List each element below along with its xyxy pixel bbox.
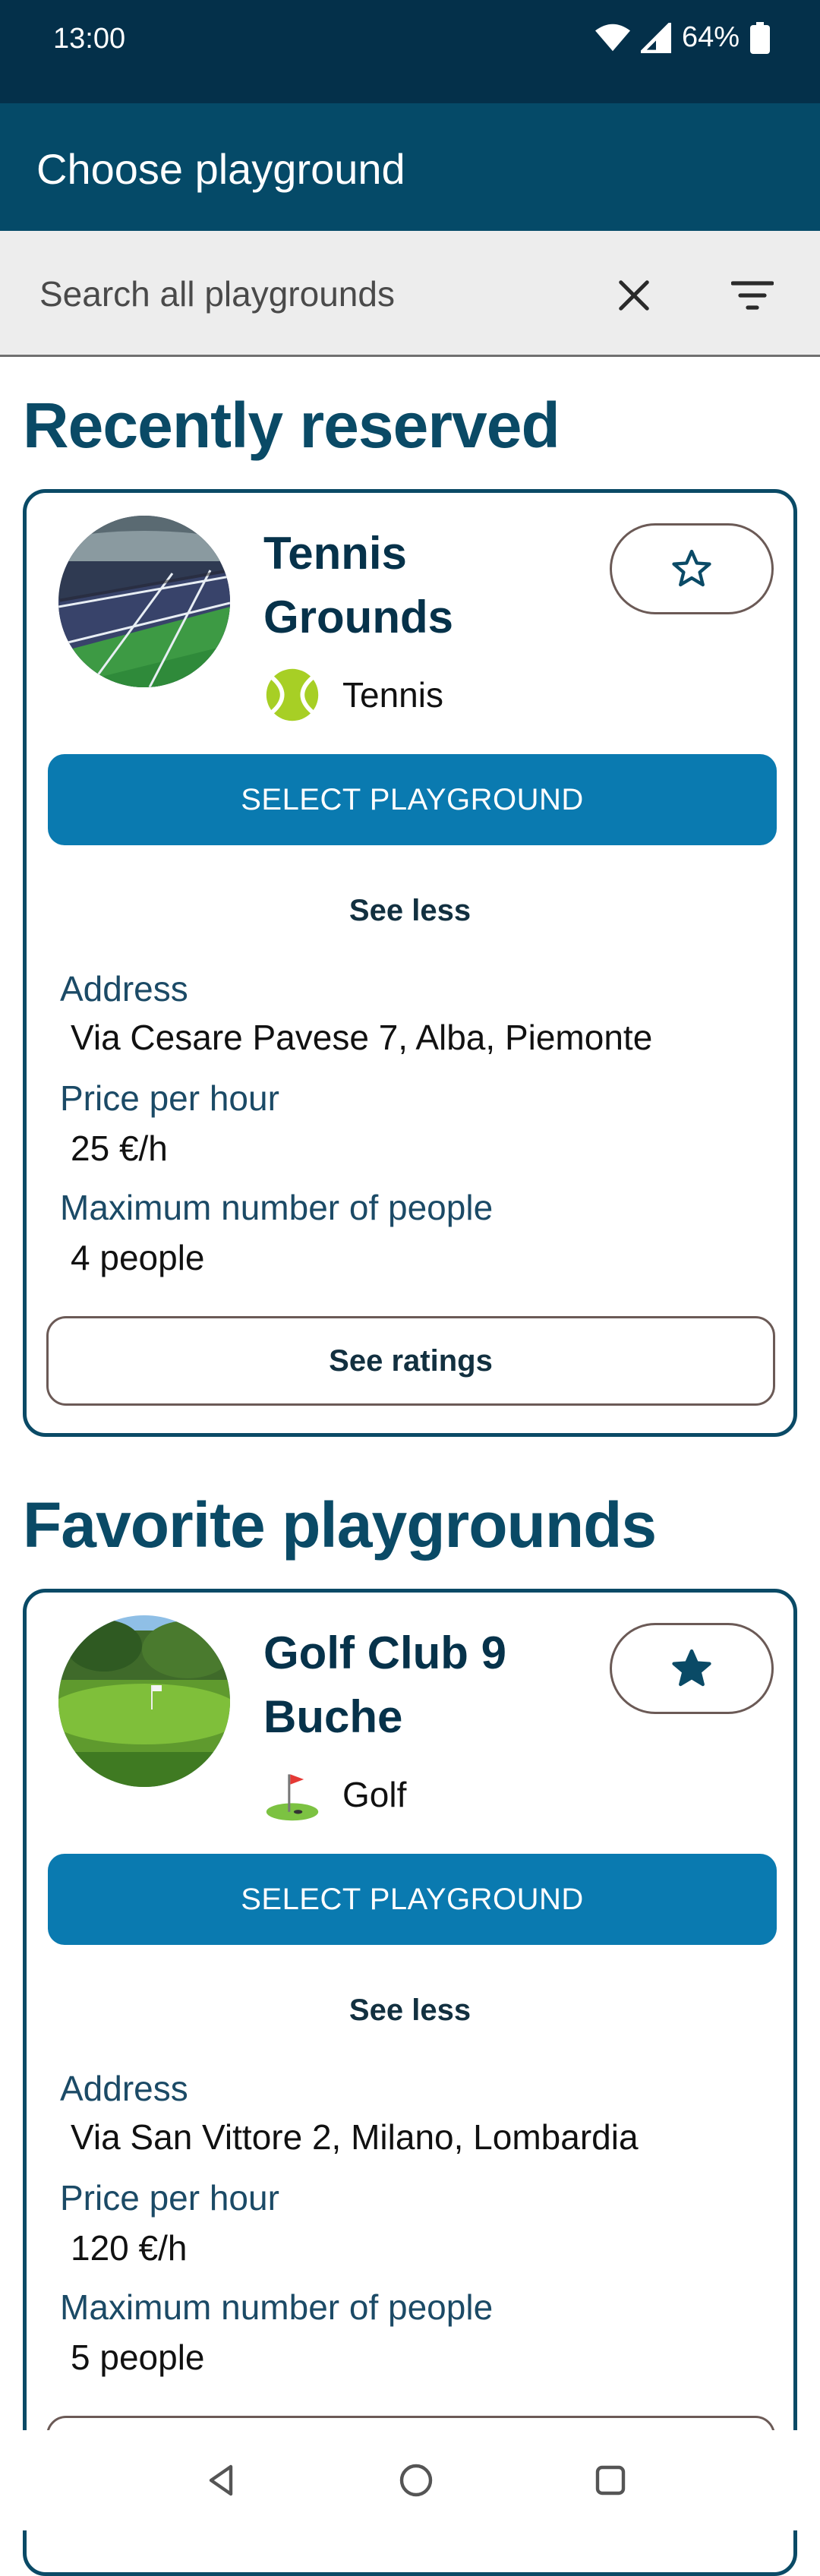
status-time: 13:00 (53, 23, 126, 55)
star-filled-icon (672, 1649, 711, 1687)
address-label: Address (60, 969, 188, 1009)
golf-flag-icon (266, 1774, 319, 1821)
back-triangle-icon (209, 2464, 233, 2496)
wifi-icon (594, 24, 630, 51)
max-people-label: Maximum number of people (60, 1188, 494, 1227)
select-playground-button[interactable]: SELECT PLAYGROUND (48, 1854, 777, 1945)
select-playground-button[interactable]: SELECT PLAYGROUND (48, 754, 777, 845)
nav-back-button[interactable] (199, 2458, 244, 2503)
golf-course-image (58, 1615, 230, 1787)
filter-icon (731, 281, 774, 310)
sport-label: Golf (342, 1775, 407, 1814)
page-title: Choose playground (36, 145, 405, 193)
sport-row: Golf (263, 1766, 406, 1823)
price-label: Price per hour (60, 1078, 279, 1118)
signal-icon (640, 22, 671, 53)
see-ratings-button[interactable]: See ratings (46, 1316, 775, 1406)
address-label: Address (60, 2069, 188, 2108)
close-icon (619, 280, 649, 311)
address-value: Via Cesare Pavese 7, Alba, Piemonte (71, 1018, 653, 1057)
status-bar: 13:00 64% (0, 0, 820, 103)
battery-icon (750, 21, 770, 54)
recents-square-icon (595, 2465, 626, 2496)
playground-name: Golf Club 9 Buche (263, 1627, 506, 1742)
max-people-value: 4 people (71, 1238, 205, 1277)
search-input[interactable] (38, 270, 572, 317)
max-people-label: Maximum number of people (60, 2287, 494, 2327)
favorite-section-title: Favorite playgrounds (23, 1489, 657, 1561)
nav-home-button[interactable] (393, 2458, 439, 2503)
battery-percent: 64% (681, 21, 740, 53)
sport-row: Tennis (263, 666, 443, 724)
app-bar: Choose playground (0, 103, 820, 231)
favorite-playground-card: Golf Club 9 Buche Golf SELECT PLAYGROUND… (23, 1589, 797, 2576)
sport-label: Tennis (342, 675, 443, 715)
address-value: Via San Vittore 2, Milano, Lombardia (71, 2117, 639, 2157)
tennis-court-image (58, 516, 230, 687)
clear-search-button[interactable] (607, 269, 661, 322)
home-circle-icon (399, 2464, 433, 2497)
price-label: Price per hour (60, 2178, 279, 2218)
tennis-ball-icon (266, 668, 319, 721)
price-value: 120 €/h (71, 2228, 188, 2268)
system-nav-bar (0, 2430, 820, 2530)
see-less-link[interactable]: See less (27, 894, 793, 928)
see-less-link[interactable]: See less (27, 1994, 793, 2028)
favorite-toggle-button[interactable] (610, 523, 774, 614)
max-people-value: 5 people (71, 2338, 205, 2377)
recent-section-title: Recently reserved (23, 390, 560, 461)
nav-recents-button[interactable] (588, 2458, 633, 2503)
status-icons: 64% (594, 21, 770, 54)
star-outline-icon (672, 549, 711, 587)
search-bar (0, 231, 820, 357)
playground-name: Tennis Grounds (263, 528, 453, 642)
price-value: 25 €/h (71, 1129, 168, 1168)
filter-button[interactable] (726, 269, 779, 322)
recent-playground-card: Tennis Grounds Tennis SELECT PLAYGROUND … (23, 489, 797, 1437)
favorite-toggle-button[interactable] (610, 1623, 774, 1714)
